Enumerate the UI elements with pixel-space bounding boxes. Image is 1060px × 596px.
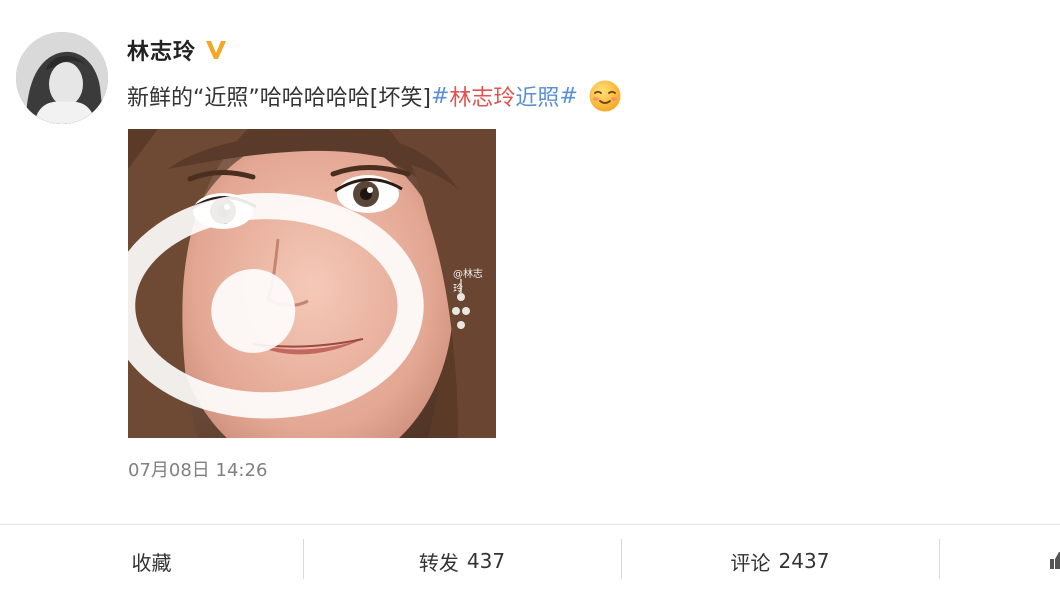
like-button[interactable] <box>939 525 1060 596</box>
divider <box>621 539 622 579</box>
photo-watermark: @林志玲 <box>128 129 490 434</box>
divider <box>303 539 304 579</box>
smirk-emoji-icon <box>589 80 621 112</box>
comment-label: 评论 <box>730 550 771 575</box>
avatar-photo <box>16 32 108 124</box>
avatar[interactable] <box>16 32 108 124</box>
username[interactable]: 林志玲 <box>127 34 196 66</box>
weibo-post-card: 林志玲 新鲜的“近照”哈哈哈哈哈[坏笑] # 林志玲 近照 # @林志玲 07月… <box>0 0 1060 596</box>
hashtag-name-link[interactable]: 林志玲 <box>449 80 515 112</box>
action-bar: 收藏 转发 437 评论 2437 <box>0 524 1060 596</box>
post-timestamp[interactable]: 07月08日 14:26 <box>128 456 267 482</box>
comment-count: 2437 <box>778 549 830 573</box>
hashtag-topic-link[interactable]: 近照 <box>515 80 559 112</box>
post-text-body: 新鲜的“近照”哈哈哈哈哈[坏笑] <box>127 86 431 111</box>
username-row: 林志玲 <box>127 34 228 66</box>
comment-button[interactable]: 评论 2437 <box>621 525 939 596</box>
repost-button[interactable]: 转发 437 <box>303 525 621 596</box>
hashtag-close-mark[interactable]: # <box>559 84 577 109</box>
post-text: 新鲜的“近照”哈哈哈哈哈[坏笑] # 林志玲 近照 # <box>127 78 622 114</box>
verified-v-badge-icon <box>206 41 227 59</box>
hashtag-open-mark[interactable]: # <box>431 84 449 109</box>
repost-count: 437 <box>466 549 506 573</box>
favorite-label: 收藏 <box>131 550 172 575</box>
weibo-logo-icon <box>128 192 424 419</box>
repost-label: 转发 <box>418 550 459 575</box>
favorite-button[interactable]: 收藏 <box>0 525 303 596</box>
thumbs-up-icon <box>1050 552 1060 569</box>
photo-watermark-text: @林志玲 <box>452 268 483 295</box>
divider <box>939 539 940 579</box>
post-photo[interactable]: @林志玲 <box>128 129 496 438</box>
